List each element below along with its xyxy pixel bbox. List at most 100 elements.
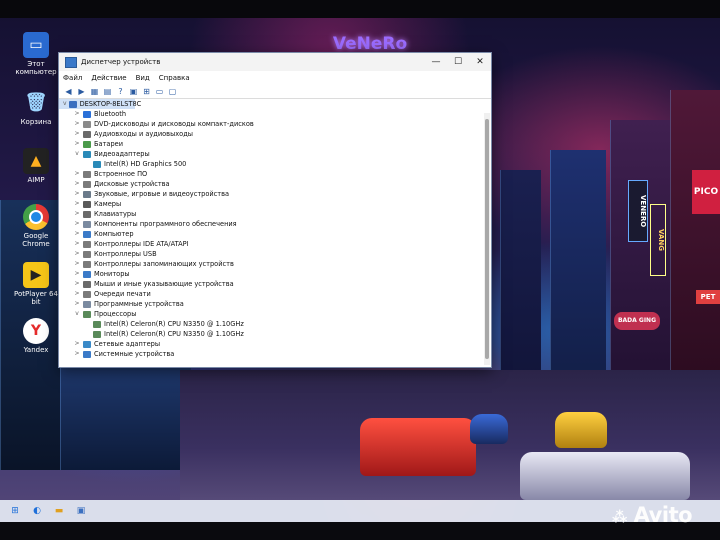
help-icon[interactable]: ? <box>115 86 126 96</box>
explorer-icon[interactable]: ▬ <box>52 505 66 517</box>
menu-view[interactable]: Вид <box>136 74 150 82</box>
expand-chevron-icon[interactable]: > <box>73 189 81 199</box>
wallpaper-car <box>470 414 508 444</box>
tree-category[interactable]: > Аудиовходы и аудиовыходы <box>59 129 483 139</box>
tree-label: Видеоадаптеры <box>94 150 150 158</box>
tree-label: Встроенное ПО <box>94 170 148 178</box>
expand-chevron-icon[interactable]: > <box>73 269 81 279</box>
tree-root[interactable]: v DESKTOP-8ELST8C <box>59 99 141 109</box>
tree-category[interactable]: > Звуковые, игровые и видеоустройства <box>59 189 483 199</box>
expand-chevron-icon[interactable]: > <box>73 299 81 309</box>
vertical-scrollbar[interactable] <box>484 113 490 365</box>
update-driver-icon[interactable]: ▣ <box>128 86 139 96</box>
wallpaper-car <box>555 412 607 448</box>
device-category-icon <box>83 110 91 118</box>
tree-category[interactable]: v Процессоры <box>59 309 483 319</box>
expand-chevron-icon[interactable]: > <box>73 139 81 149</box>
tree-category[interactable]: > Сетевые адаптеры <box>59 339 483 349</box>
desktop-icon-chrome[interactable]: Google Chrome <box>14 204 58 248</box>
expand-chevron-icon[interactable]: > <box>73 209 81 219</box>
expand-chevron-icon[interactable]: > <box>73 169 81 179</box>
menu-help[interactable]: Справка <box>159 74 190 82</box>
back-arrow-icon[interactable]: ◀ <box>63 86 74 96</box>
desktop-icon-label: PotPlayer 64 bit <box>14 290 58 306</box>
maximize-button[interactable]: ☐ <box>447 53 469 71</box>
device-category-icon <box>83 260 91 268</box>
recycle-bin-icon: 🗑 <box>24 92 48 113</box>
expand-chevron-icon[interactable]: > <box>73 179 81 189</box>
search-icon[interactable]: ◐ <box>30 505 44 517</box>
expand-chevron-icon[interactable]: > <box>73 129 81 139</box>
tree-category[interactable]: > Компьютер <box>59 229 483 239</box>
forward-arrow-icon[interactable]: ▶ <box>76 86 87 96</box>
expand-chevron-icon[interactable]: > <box>73 349 81 359</box>
tree-category[interactable]: > Клавиатуры <box>59 209 483 219</box>
tree-device[interactable]: Intel(R) Celeron(R) CPU N3350 @ 1.10GHz <box>59 319 483 329</box>
expand-chevron-icon[interactable]: > <box>73 199 81 209</box>
tree-category[interactable]: > DVD-дисководы и дисководы компакт-диско… <box>59 119 483 129</box>
tree-label: Сетевые адаптеры <box>94 340 161 348</box>
desktop-icon-this-pc[interactable]: ▭ Этот компьютер <box>14 32 58 76</box>
tree-label: Процессоры <box>94 310 137 318</box>
expand-chevron-icon[interactable]: > <box>73 119 81 129</box>
tree-category[interactable]: > Компоненты программного обеспечения <box>59 219 483 229</box>
desktop-icon-potplayer[interactable]: ▶ PotPlayer 64 bit <box>14 262 58 306</box>
device-category-icon <box>83 140 91 148</box>
desktop-icon-aimp[interactable]: ▲ AIMP <box>14 148 58 184</box>
tree-category[interactable]: > Bluetooth <box>59 109 483 119</box>
expand-chevron-icon[interactable]: > <box>73 219 81 229</box>
properties-icon[interactable]: ▤ <box>102 86 113 96</box>
window-titlebar[interactable]: Диспетчер устройств — ☐ ✕ <box>59 53 491 71</box>
expand-chevron-icon[interactable]: > <box>73 289 81 299</box>
scrollbar-thumb[interactable] <box>485 119 489 359</box>
tree-category[interactable]: > Мониторы <box>59 269 483 279</box>
device-manager-icon[interactable]: ▣ <box>74 505 88 517</box>
expand-chevron-icon[interactable]: v <box>63 99 67 109</box>
tree-device[interactable]: Intel(R) HD Graphics 500 <box>59 159 483 169</box>
tree-category[interactable]: > Системные устройства <box>59 349 483 359</box>
device-category-icon <box>83 120 91 128</box>
tree-category[interactable]: > Батареи <box>59 139 483 149</box>
tree-device[interactable]: Intel(R) Celeron(R) CPU N3350 @ 1.10GHz <box>59 329 483 339</box>
device-category-icon <box>83 240 91 248</box>
expand-chevron-icon[interactable]: > <box>73 229 81 239</box>
tree-category[interactable]: > Контроллеры IDE ATA/ATAPI <box>59 239 483 249</box>
monitor-scan-icon[interactable]: ▢ <box>167 86 178 96</box>
wallpaper-sign: PET <box>696 290 720 304</box>
expand-chevron-icon[interactable]: > <box>73 239 81 249</box>
tree-category[interactable]: > Камеры <box>59 199 483 209</box>
desktop-icon-yandex[interactable]: Y Yandex <box>14 318 58 354</box>
device-manager-icon <box>65 56 77 68</box>
tree-category[interactable]: > Дисковые устройства <box>59 179 483 189</box>
device-icon[interactable]: ▭ <box>154 86 165 96</box>
tree-label: DESKTOP-8ELST8C <box>79 100 142 108</box>
expand-chevron-icon[interactable]: > <box>73 259 81 269</box>
view-tree-icon[interactable]: ▦ <box>89 86 100 96</box>
expand-chevron-icon[interactable]: > <box>73 249 81 259</box>
desktop-icon-label: Yandex <box>23 346 49 354</box>
expand-chevron-icon[interactable]: v <box>73 149 81 159</box>
desktop-icon-label: AIMP <box>27 176 45 184</box>
device-category-icon <box>83 270 91 278</box>
desktop-icon-label: Корзина <box>20 118 52 126</box>
tree-label: Intel(R) HD Graphics 500 <box>104 160 187 168</box>
tree-category[interactable]: > Программные устройства <box>59 299 483 309</box>
tree-category[interactable]: > Встроенное ПО <box>59 169 483 179</box>
menu-action[interactable]: Действие <box>91 74 126 82</box>
menu-file[interactable]: Файл <box>63 74 82 82</box>
tree-category[interactable]: v Видеоадаптеры <box>59 149 483 159</box>
expand-chevron-icon[interactable]: > <box>73 339 81 349</box>
scan-hardware-icon[interactable]: ⊞ <box>141 86 152 96</box>
expand-chevron-icon[interactable]: v <box>73 309 81 319</box>
start-icon[interactable]: ⊞ <box>8 505 22 517</box>
tree-category[interactable]: > Мыши и иные указывающие устройства <box>59 279 483 289</box>
tree-label: Компоненты программного обеспечения <box>94 220 237 228</box>
close-button[interactable]: ✕ <box>469 53 491 71</box>
desktop-icon-recycle-bin[interactable]: 🗑 Корзина <box>14 90 58 127</box>
expand-chevron-icon[interactable]: > <box>73 109 81 119</box>
tree-category[interactable]: > Очереди печати <box>59 289 483 299</box>
tree-category[interactable]: > Контроллеры запоминающих устройств <box>59 259 483 269</box>
minimize-button[interactable]: — <box>425 53 447 71</box>
tree-category[interactable]: > Контроллеры USB <box>59 249 483 259</box>
expand-chevron-icon[interactable]: > <box>73 279 81 289</box>
